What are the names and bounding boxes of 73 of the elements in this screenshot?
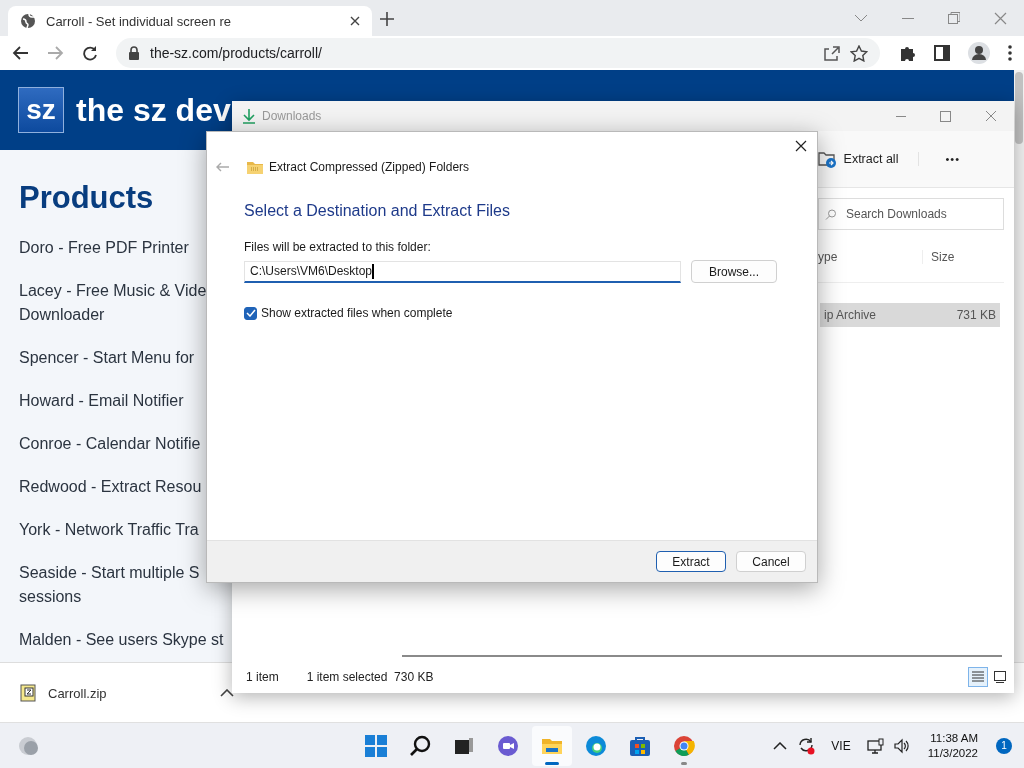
page-heading: Products (19, 180, 154, 216)
maximize-icon[interactable] (940, 110, 951, 122)
product-link[interactable]: Doro - Free PDF Printer (19, 236, 189, 260)
product-link[interactable]: Conroe - Calendar Notifie (19, 432, 201, 456)
browser-icon (673, 734, 695, 757)
reload-icon[interactable] (82, 45, 98, 61)
lock-icon (128, 46, 140, 60)
edge-icon (585, 734, 607, 757)
close-icon[interactable] (795, 140, 807, 152)
window-title: Downloads (262, 109, 322, 123)
notification-badge[interactable]: 1 (996, 737, 1012, 754)
product-link[interactable]: Lacey - Free Music & Vide Downloader (19, 279, 207, 327)
search-icon (409, 734, 431, 757)
video-chat-icon (497, 734, 519, 757)
product-link[interactable]: Spencer - Start Menu for (19, 346, 195, 370)
chevron-up-icon[interactable] (220, 689, 234, 697)
speaker-icon[interactable] (893, 737, 910, 754)
column-header[interactable]: Size (923, 250, 955, 264)
product-link[interactable]: Seaside - Start multiple S sessions (19, 561, 200, 609)
chevron-up-icon[interactable] (773, 741, 788, 750)
avatar-icon[interactable] (968, 42, 990, 64)
input-language[interactable]: VIE (831, 738, 851, 753)
site-logo[interactable]: sz (18, 87, 64, 133)
dialog-heading: Select a Destination and Extract Files (244, 202, 511, 220)
back-arrow-icon[interactable] (12, 45, 29, 61)
clock[interactable]: 11:38 AM 11/3/2022 (927, 730, 978, 761)
start-icon (365, 734, 387, 757)
product-link[interactable]: Malden - See users Skype st (19, 628, 224, 652)
sync-icon[interactable] (797, 736, 816, 755)
search-icon (825, 208, 836, 220)
chevron-icon[interactable] (854, 14, 868, 22)
product-link[interactable]: Howard - Email Notifier (19, 389, 184, 413)
browser-tab[interactable]: Carroll - Set individual screen re (8, 6, 372, 36)
site-title: the sz dev (76, 91, 231, 129)
store-icon (629, 734, 651, 757)
status-text: 1 item selected 730 KB (306, 670, 434, 684)
path-field[interactable]: C:\Users\VM6\Desktop (244, 260, 681, 283)
address-bar[interactable]: the-sz.com/products/carroll/ (116, 38, 880, 68)
close-icon[interactable] (350, 16, 360, 26)
download-file-name[interactable]: Carroll.zip (48, 685, 208, 701)
more-button[interactable]: ••• (918, 152, 966, 166)
network-icon[interactable] (866, 737, 884, 754)
download-icon (242, 108, 256, 124)
extract-all-button[interactable]: Extract all (817, 146, 899, 172)
zip-file-icon (20, 684, 36, 702)
dialog-button[interactable]: Cancel (736, 551, 806, 572)
star-icon[interactable] (850, 44, 868, 62)
minimize-icon[interactable] (902, 17, 914, 19)
scrollbar-thumb[interactable] (1015, 72, 1023, 144)
list-icon (972, 671, 984, 683)
minimize-icon[interactable] (896, 115, 906, 117)
dialog-button[interactable]: Extract (656, 551, 726, 572)
menu-icon[interactable] (1008, 45, 1012, 61)
checkbox[interactable] (244, 306, 257, 320)
tile-icon (994, 671, 1006, 683)
side-panel-icon[interactable] (934, 45, 950, 61)
puzzle-icon[interactable] (898, 44, 916, 62)
check-icon (245, 309, 256, 317)
browse-button[interactable]: Browse... (691, 260, 777, 283)
scrollbar[interactable] (402, 655, 1002, 657)
globe-icon (20, 13, 36, 29)
product-link[interactable]: York - Network Traffic Tra (19, 518, 199, 542)
field-label: Files will be extracted to this folder: (244, 240, 432, 254)
dialog-title: Extract Compressed (Zipped) Folders (269, 160, 470, 174)
new-tab-icon[interactable] (380, 12, 394, 26)
share-icon[interactable] (823, 44, 840, 62)
zip-folder-icon (247, 160, 263, 174)
status-text: 1 item (246, 670, 279, 684)
file-row[interactable]: ip Archive 731 KB (820, 303, 1000, 327)
search-field[interactable]: Search Downloads (818, 198, 1004, 230)
checkbox-label[interactable]: Show extracted files when complete (261, 306, 453, 320)
product-link[interactable]: Redwood - Extract Resou (19, 475, 202, 499)
restore-icon[interactable] (948, 12, 960, 24)
